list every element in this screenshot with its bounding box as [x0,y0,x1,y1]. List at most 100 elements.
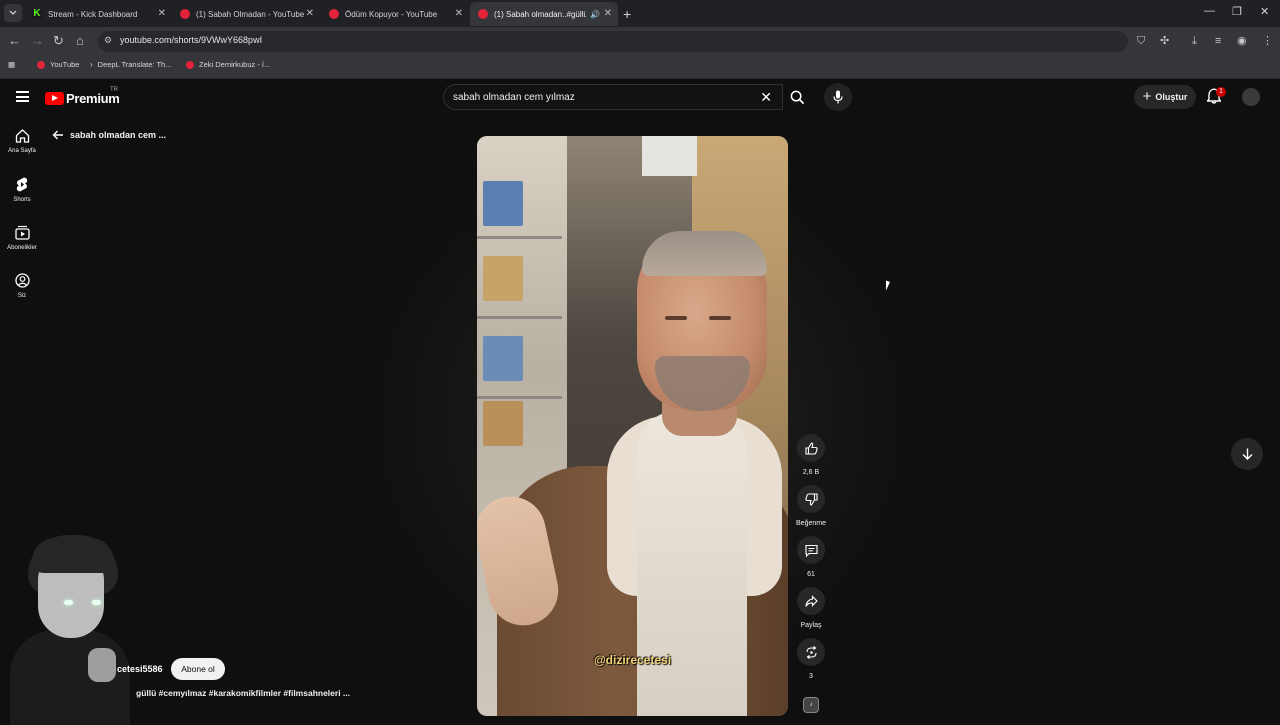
close-icon[interactable]: ✕ [604,8,612,19]
share-icon [804,594,818,607]
site-info-icon[interactable]: ⚙ [104,35,112,46]
maximize-icon[interactable]: ❐ [1232,5,1242,18]
clear-search-icon[interactable]: ✕ [760,89,772,106]
bookmark-youtube[interactable]: YouTube [37,60,79,69]
sidebar-item-label: Shorts [13,197,31,203]
video-scene-element [642,136,697,176]
video-watermark: @dizirecetesi [593,653,672,667]
youtube-icon [180,9,190,19]
video-scene-element [483,256,523,301]
shield-extension-icon[interactable]: ⛉ [1137,33,1145,49]
next-short-button[interactable] [1231,438,1263,470]
youtube-icon [329,9,339,19]
bookmark-zeki[interactable]: Zeki Demirkubuz - İ... [186,60,270,69]
search-button[interactable] [783,84,811,110]
account-icon [14,273,30,288]
dislike-label: Beğenme [796,520,826,527]
new-tab-button[interactable]: + [623,6,631,22]
share-label: Paylaş [800,622,822,629]
bookmark-label: YouTube [50,60,80,69]
create-button[interactable]: + Oluştur [1134,85,1196,109]
sidebar-item-you[interactable]: Siz [0,273,44,299]
tab-title: (1) Sabah olmadan..#güllü [494,9,586,19]
sidebar-item-label: Siz [17,293,27,299]
bookmark-label: Zeki Demirkubuz - İ... [199,60,271,69]
browser-tab-kick[interactable]: K Stream - Kick Dashboard ✕ [24,2,172,26]
thumbs-down-icon [804,492,818,506]
short-description[interactable]: güllü #cemyılmaz #karakomikfilmler #film… [136,688,350,698]
account-avatar[interactable] [1242,88,1260,106]
reload-icon[interactable]: ↻ [53,33,64,49]
share-button[interactable]: Paylaş [796,587,826,629]
create-label: Oluştur [1155,92,1188,102]
subscriptions-icon [14,225,30,240]
subscribe-button[interactable]: Abone ol [171,658,225,680]
profile-icon[interactable]: ◉ [1237,33,1247,49]
bookmark-deepl[interactable]: › DeepL Translate: Th... [90,60,171,69]
channel-name[interactable]: cetesi5586 [117,664,163,674]
webcam-subject-hand [88,648,116,682]
browser-tab-active[interactable]: (1) Sabah olmadan..#güllü 🔊 ✕ [470,2,618,26]
window-close-icon[interactable]: ✕ [1260,5,1269,18]
webcam-subject-hair [32,538,114,573]
streamer-webcam-overlay [0,530,140,725]
comments-button[interactable]: 61 [796,536,826,578]
tab-search-button[interactable] [4,4,22,22]
menu-dots-icon[interactable]: ⋮ [1262,33,1273,49]
apps-grid-icon[interactable]: ▦ [8,60,15,69]
region-code: TR [110,87,118,93]
tab-title: Stream - Kick Dashboard [48,9,138,19]
notification-badge: 1 [1216,87,1226,97]
sidebar-item-shorts[interactable]: Shorts [0,177,44,203]
video-scene-element [477,316,562,319]
youtube-icon [478,9,488,19]
address-bar[interactable]: ⚙ youtube.com/shorts/9VWwY668pwI [98,31,1128,52]
video-subject-sweater [637,411,747,716]
sidebar-item-label: Abonelikler [7,245,37,251]
remix-button[interactable]: 3 [796,638,826,680]
webcam-subject-eye [64,600,73,605]
speaker-icon[interactable]: 🔊 [590,10,600,19]
forward-icon[interactable]: → [31,33,44,49]
video-scene-element [477,236,562,239]
search-query: sabah olmadan cem yılmaz [453,92,575,103]
close-icon[interactable]: ✕ [158,8,166,19]
comment-icon [804,544,818,557]
microphone-icon [833,90,843,104]
extensions-icon[interactable]: ✣ [1160,33,1169,49]
video-scene-element [483,181,523,226]
browser-tab-strip: K Stream - Kick Dashboard ✕ (1) Sabah Ol… [0,0,1280,27]
minimize-icon[interactable]: — [1204,5,1215,17]
like-button[interactable]: 2,6 B [796,434,826,476]
back-icon[interactable]: ← [8,33,21,49]
media-control-icon[interactable]: ≡ [1215,33,1221,49]
search-input[interactable]: sabah olmadan cem yılmaz ✕ [443,84,783,110]
close-icon[interactable]: ✕ [455,8,463,19]
webcam-subject-eye [92,600,101,605]
sidebar-item-home[interactable]: Ana Sayfa [0,129,44,154]
home-icon [15,129,29,143]
browser-tab-youtube-2[interactable]: Ödüm Kopuyor - YouTube ✕ [321,2,469,26]
arrow-down-icon [1242,448,1252,460]
thumbs-up-icon [804,441,818,455]
sidebar-item-label: Ana Sayfa [8,148,36,154]
shorts-icon [16,177,28,192]
home-icon[interactable]: ⌂ [76,33,84,49]
download-icon[interactable]: ⤓ [1192,33,1197,49]
short-video-player[interactable]: @dizirecetesi [477,136,788,716]
youtube-premium-logo[interactable]: Premium [45,91,120,106]
video-scene-element [483,336,523,381]
dislike-button[interactable]: Beğenme [796,485,826,527]
youtube-icon [37,60,45,69]
logo-text: Premium [66,91,120,106]
arrow-left-icon [52,130,63,140]
voice-search-button[interactable] [824,83,852,111]
sound-thumbnail[interactable]: ♪ [803,697,819,713]
browser-tab-youtube-1[interactable]: (1) Sabah Olmadan - YouTube ✕ [172,2,320,26]
search-icon [790,90,804,104]
close-icon[interactable]: ✕ [306,8,314,19]
menu-icon[interactable] [16,91,29,102]
deepl-icon: › [90,60,93,69]
sidebar-item-subscriptions[interactable]: Abonelikler [0,225,44,251]
back-to-search[interactable]: sabah olmadan cem ... [52,130,166,140]
